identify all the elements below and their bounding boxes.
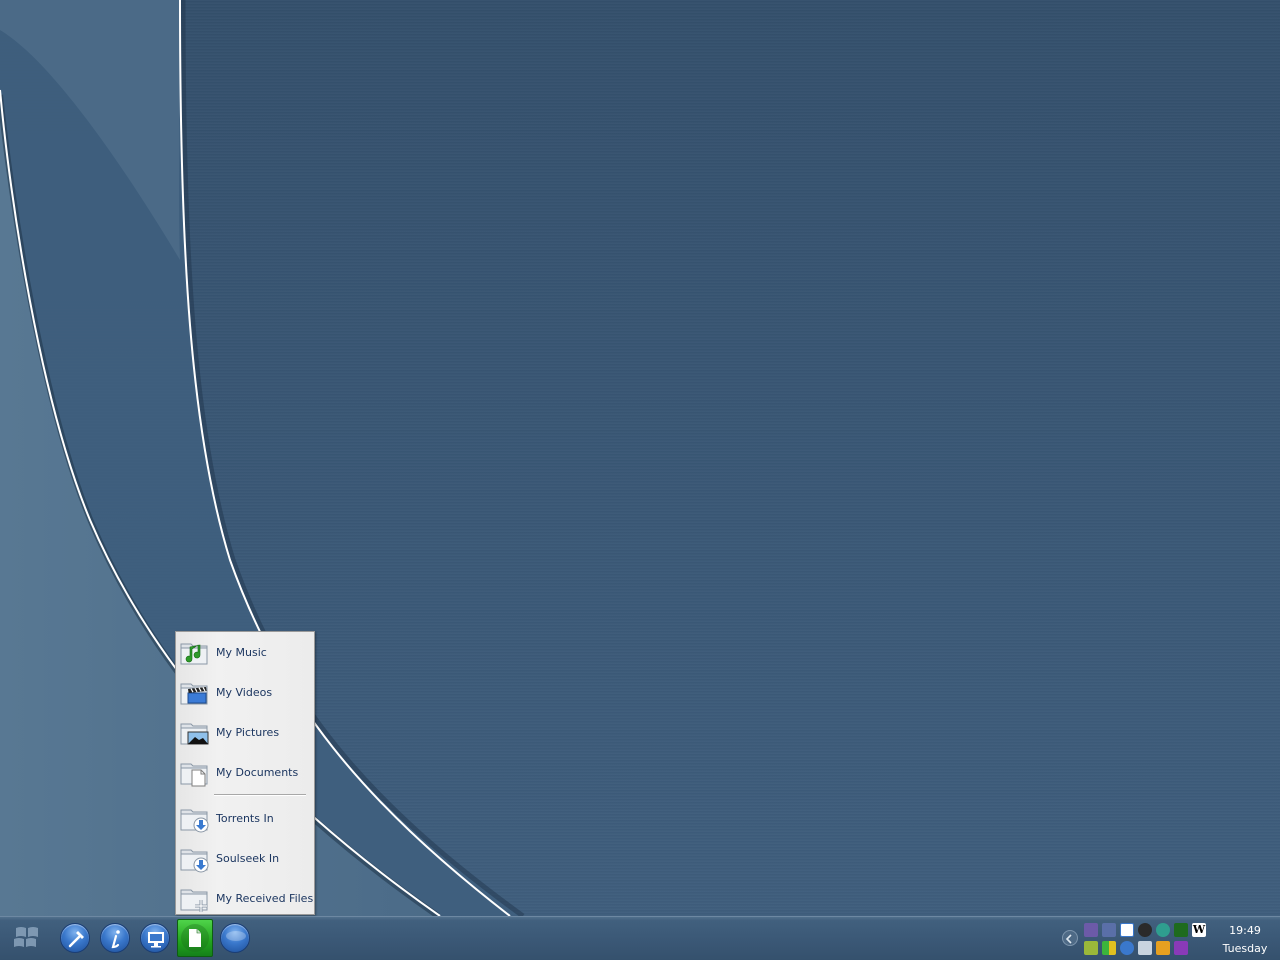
taskbar: W 19:49 Tuesday [0, 916, 1280, 960]
winamp-icon[interactable]: W [1192, 923, 1206, 937]
menu-item-label: My Videos [216, 685, 273, 699]
tray-expand-icon[interactable] [1062, 930, 1078, 946]
video-folder-icon [179, 676, 211, 708]
tools-hammer-icon [68, 931, 84, 948]
menu-item-label: My Music [216, 645, 267, 659]
documents-icon [181, 924, 209, 952]
network-disconnected-icon[interactable] [1102, 923, 1116, 937]
my-computer-icon [148, 932, 164, 948]
menu-item-my-documents[interactable]: My Documents [179, 754, 311, 790]
menu-item-label: My Pictures [216, 725, 280, 739]
menu-item-my-received-files[interactable]: My Received Files [179, 880, 314, 916]
media-icon[interactable] [1138, 923, 1152, 937]
info-icon [111, 930, 120, 949]
clock-day: Tuesday [1222, 942, 1268, 955]
info-button[interactable] [100, 923, 130, 953]
apps-grid-icon[interactable] [1102, 941, 1116, 955]
system-tray: W [1084, 921, 1214, 959]
clock-time[interactable]: 19:49 [1220, 924, 1270, 937]
download-folder-icon [179, 842, 211, 874]
pictures-folder-icon [179, 716, 211, 748]
menu-item-label: My Received Files [216, 891, 314, 905]
menu-item-soulseek-in[interactable]: Soulseek In [179, 840, 311, 876]
menu-separator [214, 794, 306, 796]
music-folder-icon [179, 636, 211, 668]
nvidia-icon[interactable] [1084, 941, 1098, 955]
drive-tray-icon[interactable] [1156, 941, 1170, 955]
menu-item-my-music[interactable]: My Music [179, 634, 311, 670]
download-folder-icon [179, 802, 211, 834]
sync-icon[interactable] [1156, 923, 1170, 937]
messenger-icon[interactable] [1174, 941, 1188, 955]
menu-item-torrents-in[interactable]: Torrents In [179, 800, 311, 836]
browser-button[interactable] [220, 923, 250, 953]
documents-button[interactable] [177, 919, 213, 957]
menu-item-label: Torrents In [216, 811, 274, 825]
info-tray-icon[interactable] [1120, 941, 1134, 955]
menu-item-label: My Documents [216, 765, 299, 779]
documents-folder-menu: My Music My Videos My Pictures My Docume… [175, 631, 315, 915]
battery-icon[interactable] [1174, 923, 1188, 937]
my-computer-button[interactable] [140, 923, 170, 953]
network-icon[interactable] [1084, 923, 1098, 937]
font-tray-icon[interactable] [1138, 941, 1152, 955]
windows-logo-icon[interactable] [10, 923, 44, 951]
menu-item-label: Soulseek In [216, 851, 280, 865]
documents-folder-icon [179, 756, 211, 788]
menu-item-my-pictures[interactable]: My Pictures [179, 714, 311, 750]
received-folder-icon [179, 882, 211, 914]
volume-icon[interactable] [1120, 923, 1134, 937]
browser-globe-icon [226, 931, 246, 941]
tools-button[interactable] [60, 923, 90, 953]
menu-item-my-videos[interactable]: My Videos [179, 674, 311, 710]
